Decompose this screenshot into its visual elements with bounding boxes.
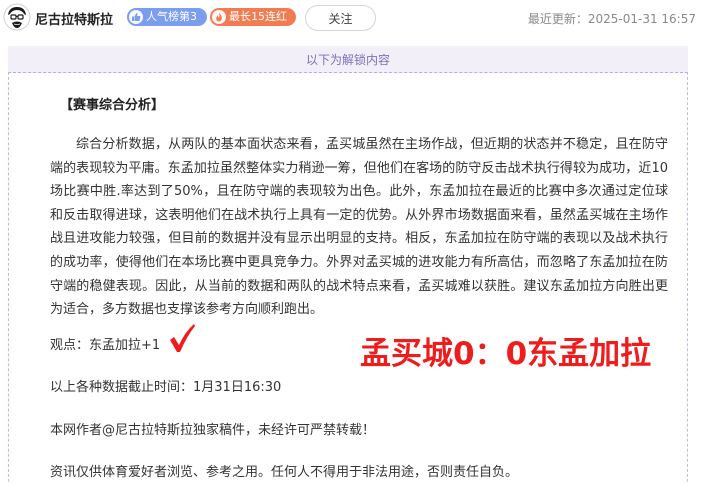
section-title: 【赛事综合分析】 — [60, 98, 165, 113]
rank-badge: 人气榜第3 — [127, 8, 207, 26]
disclaimer-text: 资讯仅供体育爱好者浏览、参考之用。任何人不得用于非法用途，否则责任自负。 — [50, 465, 519, 480]
streak-badge: 最长15连红 — [210, 8, 296, 26]
cartoon-avatar-icon — [3, 3, 31, 31]
thumbs-up-icon — [129, 10, 143, 24]
author-avatar[interactable] — [3, 3, 31, 31]
viewpoint-text: 观点：东孟加拉+1 — [50, 338, 161, 353]
data-deadline-text: 以上各种数据截止时间：1月31日16:30 — [50, 380, 282, 395]
last-update-time: 最近更新：2025-01-31 16:57 — [527, 12, 696, 26]
red-checkmark-icon — [170, 324, 195, 352]
match-score: 孟买城0：0东孟加拉 — [360, 336, 652, 372]
analysis-paragraph: 综合分析数据，从两队的基本面状态来看，孟买城虽然在主场作战，但近期的状态并不稳定… — [50, 137, 668, 318]
unlock-notice-bar: 以下为解锁内容 — [8, 46, 688, 73]
unlock-notice-text: 以下为解锁内容 — [305, 52, 390, 67]
follow-button[interactable]: 关注 — [305, 5, 376, 31]
rank-badge-label: 人气榜第3 — [146, 10, 197, 23]
streak-badge-label: 最长15连红 — [229, 10, 287, 23]
author-header: 尼古拉特斯拉 人气榜第3 最长15连红 关注 最近更新：2025-01-31 1… — [0, 0, 704, 36]
copyright-notice: 本网作者@尼古拉特斯拉独家稿件，未经许可严禁转载！ — [50, 423, 376, 438]
author-name[interactable]: 尼古拉特斯拉 — [35, 9, 113, 28]
article-page: 尼古拉特斯拉 人气榜第3 最长15连红 关注 最近更新：2025-01-31 1… — [0, 0, 704, 484]
flame-icon — [212, 10, 226, 24]
